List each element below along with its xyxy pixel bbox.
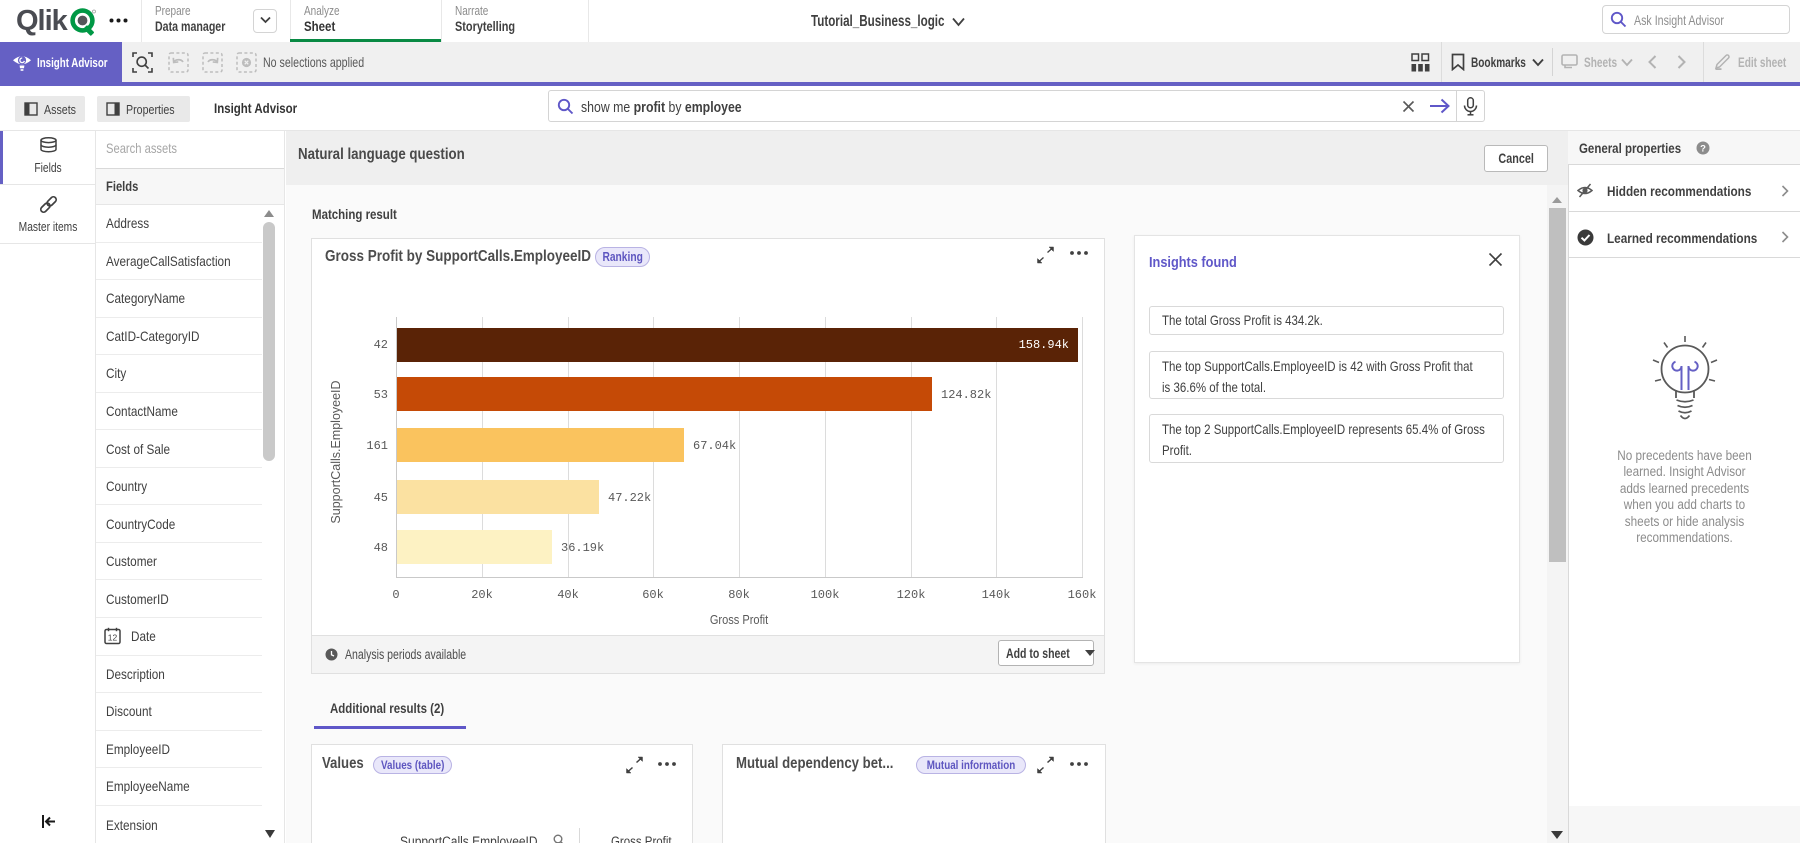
svg-text:?: ? [1700, 143, 1706, 154]
svg-text:12: 12 [108, 633, 118, 643]
